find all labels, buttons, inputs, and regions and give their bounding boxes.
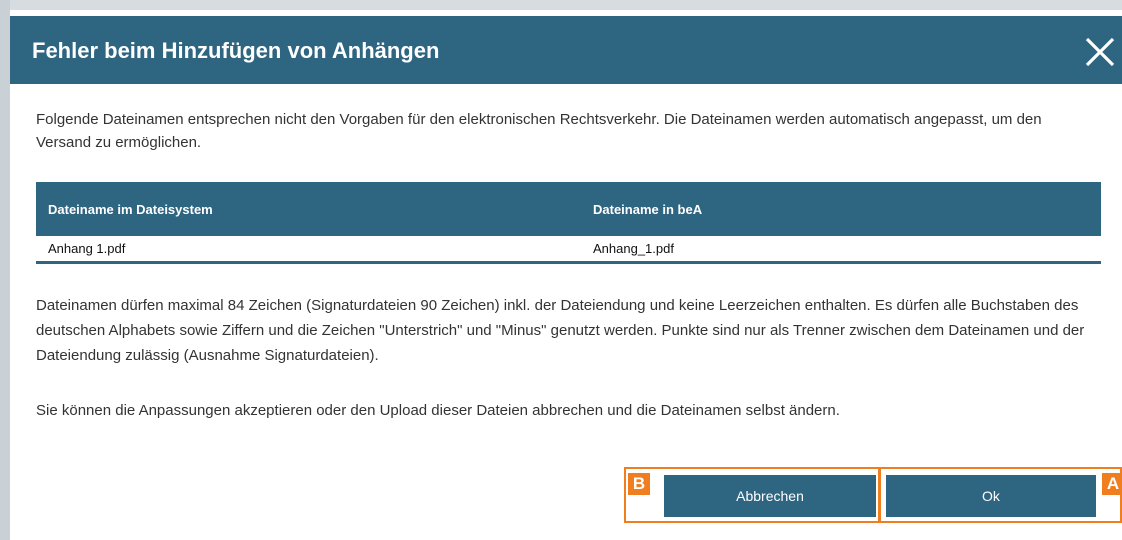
column-header-bea-name: Dateiname in beA	[581, 182, 1101, 236]
table-row: Anhang 1.pdf Anhang_1.pdf	[36, 236, 1101, 264]
background-top-edge	[0, 0, 1122, 10]
dialog-titlebar: Fehler beim Hinzufügen von Anhängen	[10, 16, 1122, 84]
filename-rules-text: Dateinamen dürfen maximal 84 Zeichen (Si…	[36, 297, 1085, 364]
bea-name-cell: Anhang_1.pdf	[581, 236, 1101, 264]
hint-text: Sie können die Anpassungen akzeptieren o…	[36, 402, 840, 419]
annotation-badge-a: A	[1102, 473, 1122, 495]
close-icon[interactable]	[1084, 36, 1116, 68]
annotation-badge-b: B	[628, 473, 650, 495]
intro-text: Folgende Dateinamen entsprechen nicht de…	[36, 111, 1042, 151]
table-header-row: Dateiname im Dateisystem Dateiname in be…	[36, 182, 1101, 236]
column-header-filesystem-name: Dateiname im Dateisystem	[36, 182, 581, 236]
background-left-edge	[0, 0, 10, 540]
dialog-title: Fehler beim Hinzufügen von Anhängen	[32, 38, 440, 63]
ok-button[interactable]: Ok	[886, 475, 1096, 517]
error-dialog: Fehler beim Hinzufügen von Anhängen Folg…	[10, 10, 1122, 540]
filesystem-name-cell: Anhang 1.pdf	[36, 236, 581, 264]
page: Fehler beim Hinzufügen von Anhängen Folg…	[0, 0, 1122, 540]
filename-table: Dateiname im Dateisystem Dateiname in be…	[36, 182, 1101, 264]
cancel-button[interactable]: Abbrechen	[664, 475, 876, 517]
